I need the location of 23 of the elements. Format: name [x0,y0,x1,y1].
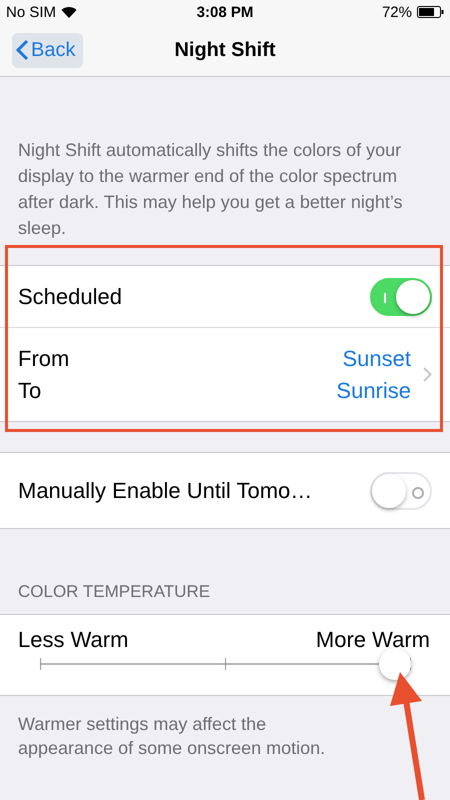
manual-toggle[interactable] [370,472,432,510]
clock-text: 3:08 PM [196,4,254,20]
from-label: From [18,346,70,372]
scheduled-label: Scheduled [18,284,122,310]
schedule-row[interactable]: From To Sunset Sunrise [0,328,450,421]
screen-title: Night Shift [173,38,277,62]
footer-text: Warmer settings may affect the appearance of some onscreen motion. [17,713,326,760]
from-value: Sunset [342,346,411,372]
battery-icon [416,6,444,18]
chevron-icon [423,367,432,382]
description-text: Night Shift automatically shifts the colors of your display to the warmer end of the color spectrum after dark. This may help you get a better night’s sleep. [17,139,404,240]
carrier-text: No SIM [6,4,56,20]
to-label: To [18,378,42,404]
slider-thumb[interactable] [379,648,412,680]
more-warm-label: More Warm [316,627,430,653]
scheduled-toggle[interactable] [370,278,432,316]
manual-label: Manually Enable Until Tomo… [18,478,312,504]
section-header: COLOR TEMPERATURE [18,582,210,602]
to-value: Sunrise [336,378,411,404]
less-warm-label: Less Warm [18,627,128,653]
battery-text: 72% [382,4,412,20]
wifi-icon [61,6,78,18]
back-chevron-icon [16,39,29,61]
